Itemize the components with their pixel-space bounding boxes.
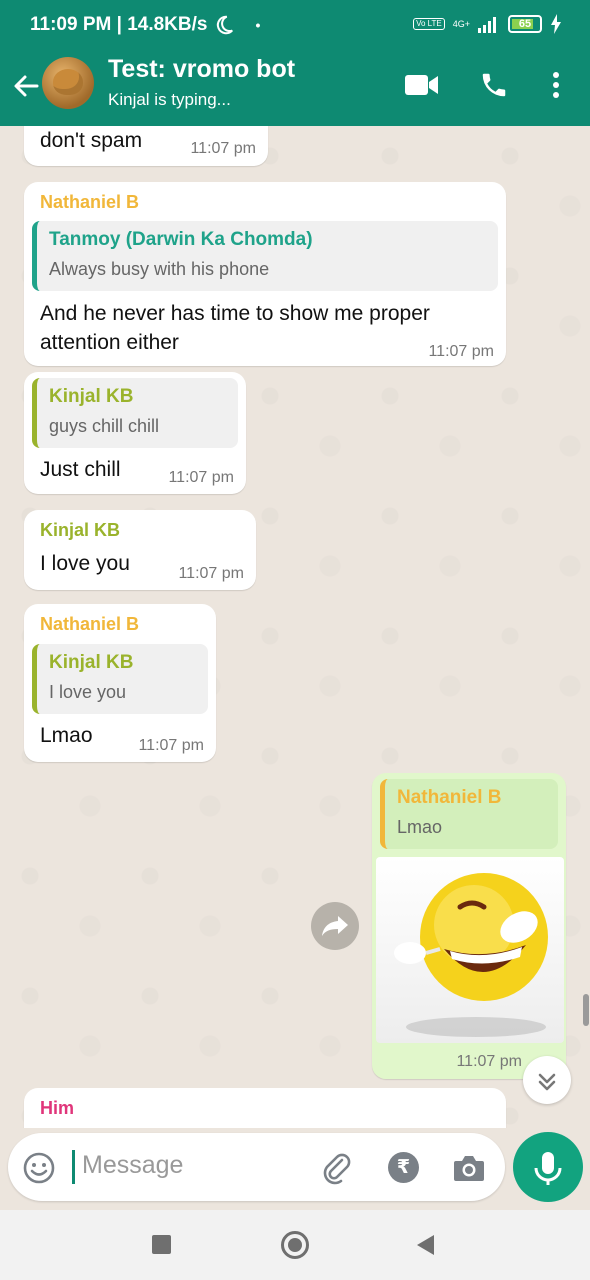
emoji-icon[interactable] — [22, 1151, 56, 1185]
message-time: 11:07 pm — [138, 737, 204, 754]
chat-header[interactable]: Test: vromo bot Kinjal is typing... — [0, 52, 590, 126]
text-caret — [72, 1150, 75, 1184]
battery-level: 65 — [518, 18, 532, 30]
forward-icon — [322, 916, 348, 936]
message-input-bar[interactable]: Message ₹ — [8, 1133, 505, 1201]
chat-area[interactable]: don't spam 11:07 pm Nathaniel B Tanmoy (… — [0, 126, 590, 1128]
voice-call-icon[interactable] — [479, 70, 509, 100]
status-time-speed: 11:09 PM | 14.8KB/s — [30, 14, 208, 35]
quoted-message[interactable]: Kinjal KB I love you — [32, 644, 208, 714]
sender-name: Kinjal KB — [40, 520, 121, 540]
message-text: attention either — [40, 331, 179, 354]
quoted-sender: Kinjal KB — [49, 652, 134, 673]
message-text: I love you — [40, 552, 130, 575]
recents-button[interactable] — [152, 1235, 171, 1254]
message-time: 11:07 pm — [168, 469, 234, 486]
message-time: 11:07 pm — [456, 1053, 522, 1070]
message-bubble[interactable]: Nathaniel B Kinjal KB I love you Lmao 11… — [24, 604, 216, 762]
quoted-text: Lmao — [397, 817, 443, 837]
scrollbar-thumb[interactable] — [583, 994, 589, 1026]
battery-icon: 65 — [508, 15, 542, 33]
message-text: don't spam — [40, 129, 143, 152]
network-type: 4G+ — [452, 19, 470, 29]
charging-icon — [551, 14, 561, 34]
attach-icon[interactable] — [320, 1151, 354, 1185]
quoted-text: guys chill chill — [49, 416, 160, 436]
volte-badge: Vo LTE — [413, 18, 445, 30]
video-call-icon[interactable] — [405, 74, 439, 96]
message-time: 11:07 pm — [190, 140, 256, 157]
scroll-to-bottom-button[interactable] — [523, 1056, 571, 1104]
quoted-message[interactable]: Tanmoy (Darwin Ka Chomda) Always busy wi… — [32, 221, 498, 291]
moon-icon — [217, 15, 234, 35]
microphone-icon — [534, 1152, 562, 1185]
top-bar: 11:09 PM | 14.8KB/s • Vo LTE 4G+ 65 Test… — [0, 0, 590, 126]
quoted-sender: Nathaniel B — [397, 787, 502, 808]
quoted-text: I love you — [49, 682, 127, 702]
sender-name: Him — [40, 1098, 75, 1118]
laughing-face-image — [394, 873, 548, 1037]
home-button[interactable] — [281, 1231, 309, 1259]
signal-icon — [478, 17, 496, 33]
camera-icon[interactable] — [452, 1153, 486, 1183]
message-time: 11:07 pm — [428, 343, 494, 360]
quoted-text: Always busy with his phone — [49, 259, 270, 279]
message-text: Just chill — [40, 458, 121, 481]
back-arrow-icon[interactable] — [12, 72, 40, 100]
typing-status: Kinjal is typing... — [108, 90, 231, 109]
voice-message-button[interactable] — [513, 1132, 583, 1202]
quoted-sender: Tanmoy (Darwin Ka Chomda) — [49, 229, 313, 250]
message-bubble[interactable]: Nathaniel B Tanmoy (Darwin Ka Chomda) Al… — [24, 182, 506, 366]
system-nav-bar — [0, 1210, 590, 1280]
quoted-sender: Kinjal KB — [49, 386, 134, 407]
message-time: 11:07 pm — [178, 565, 244, 582]
message-input[interactable]: Message — [82, 1151, 183, 1180]
forward-button[interactable] — [311, 902, 359, 950]
message-bubble-outgoing[interactable]: Nathaniel B Lmao 11:07 pm — [372, 773, 566, 1079]
dot-icon: • — [255, 17, 261, 33]
back-button[interactable] — [414, 1233, 436, 1257]
sender-name: Nathaniel B — [40, 614, 140, 634]
quoted-message[interactable]: Nathaniel B Lmao — [380, 779, 558, 849]
message-text: And he never has time to show me proper — [40, 302, 430, 325]
message-bubble[interactable]: don't spam 11:07 pm — [24, 126, 268, 166]
double-chevron-down-icon — [538, 1073, 556, 1091]
laughing-emoji-sticker[interactable] — [376, 857, 564, 1043]
payment-icon[interactable]: ₹ — [388, 1152, 419, 1183]
more-options-icon[interactable] — [548, 70, 564, 100]
message-text: Lmao — [40, 724, 93, 747]
chat-title[interactable]: Test: vromo bot — [108, 55, 295, 84]
status-bar: 11:09 PM | 14.8KB/s • Vo LTE 4G+ 65 — [0, 0, 590, 52]
quoted-message[interactable]: Kinjal KB guys chill chill — [32, 378, 238, 448]
message-bubble[interactable]: Kinjal KB I love you 11:07 pm — [24, 510, 256, 590]
group-avatar[interactable] — [42, 57, 94, 109]
message-bubble[interactable]: Kinjal KB guys chill chill Just chill 11… — [24, 372, 246, 494]
message-bubble[interactable]: Him — [24, 1088, 506, 1128]
sender-name: Nathaniel B — [40, 192, 140, 212]
